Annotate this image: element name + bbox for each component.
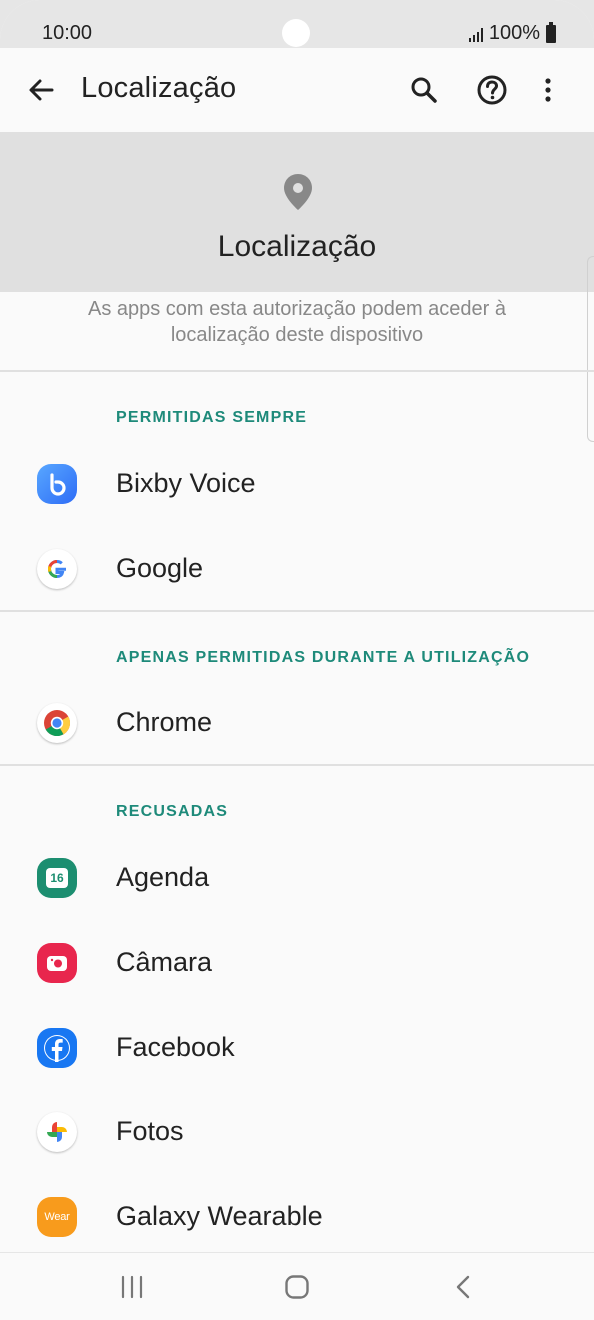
app-row-agenda[interactable]: 16 Agenda [0, 838, 594, 918]
back-arrow-icon[interactable] [22, 70, 62, 110]
app-row-google[interactable]: Google [0, 529, 594, 609]
divider [0, 370, 594, 372]
back-icon[interactable] [450, 1273, 478, 1301]
camera-icon [37, 943, 77, 983]
divider [0, 764, 594, 766]
app-name: Galaxy Wearable [116, 1201, 323, 1231]
app-bar: Localização [0, 48, 594, 132]
battery-icon [546, 21, 556, 43]
page-title: Localização [81, 72, 237, 104]
header-title: Localização [217, 230, 377, 263]
calendar-badge: 16 [46, 868, 68, 888]
status-bar: 10:00 100% [0, 0, 594, 48]
signal-icon [468, 26, 483, 42]
search-icon[interactable] [404, 70, 444, 110]
navigation-bar [0, 1252, 594, 1320]
more-vert-icon[interactable] [530, 70, 566, 110]
scrollbar[interactable] [587, 256, 594, 442]
app-row-facebook[interactable]: Facebook [0, 1008, 594, 1088]
bixby-voice-icon [37, 464, 77, 504]
wear-badge: Wear [44, 1211, 70, 1223]
divider [0, 610, 594, 612]
app-name: Facebook [116, 1032, 235, 1062]
app-name: Google [116, 553, 204, 583]
recent-apps-icon[interactable] [118, 1273, 146, 1301]
app-name: Câmara [116, 947, 213, 977]
app-name: Agenda [116, 862, 210, 892]
app-name: Bixby Voice [116, 468, 256, 498]
wear-icon: Wear [37, 1197, 77, 1237]
app-name: Fotos [116, 1116, 184, 1146]
app-name: Chrome [116, 707, 213, 737]
photos-icon [37, 1112, 77, 1152]
location-pin-icon [280, 172, 316, 212]
camera-cutout [282, 19, 310, 47]
app-row-chrome[interactable]: Chrome [0, 683, 594, 763]
section-label-always: PERMITIDAS SEMPRE [116, 409, 308, 426]
location-header: Localização [0, 132, 594, 292]
app-row-bixby-voice[interactable]: Bixby Voice [0, 444, 594, 524]
chrome-icon [37, 703, 77, 743]
google-icon [37, 549, 77, 589]
facebook-icon [37, 1028, 77, 1068]
app-row-galaxy-wearable[interactable]: Wear Galaxy Wearable [0, 1177, 594, 1257]
home-icon[interactable] [283, 1273, 311, 1301]
status-indicators: 100% [468, 21, 556, 45]
calendar-icon: 16 [37, 858, 77, 898]
app-row-camera[interactable]: Câmara [0, 923, 594, 1003]
screen: 10:00 100% Localização Localização As ap… [0, 0, 594, 1320]
section-label-while-using: APENAS PERMITIDAS DURANTE A UTILIZAÇÃO [116, 649, 531, 666]
status-time: 10:00 [42, 22, 93, 44]
app-row-photos[interactable]: Fotos [0, 1092, 594, 1172]
help-icon[interactable] [472, 70, 512, 110]
description-text: As apps com esta autorização podem acede… [87, 298, 507, 346]
battery-percent: 100% [488, 22, 540, 44]
section-label-denied: RECUSADAS [116, 803, 229, 820]
